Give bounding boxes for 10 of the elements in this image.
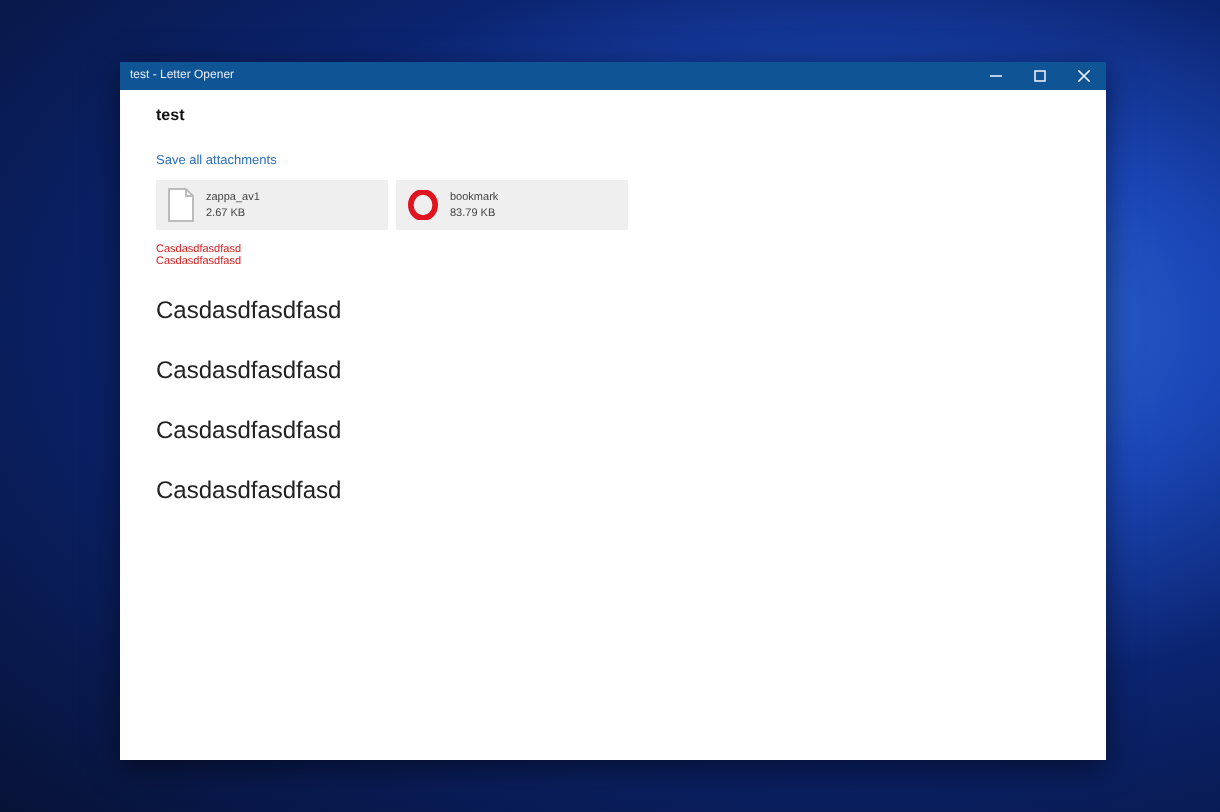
subject-title: test (156, 106, 185, 124)
large-text: Casdasdfasdfasd (156, 416, 342, 444)
maximize-icon (1034, 70, 1046, 82)
large-text: Casdasdfasdfasd (156, 476, 342, 504)
ring-logo-icon (408, 190, 438, 220)
minimize-icon (990, 70, 1002, 82)
large-text: Casdasdfasdfasd (156, 296, 342, 324)
large-text: Casdasdfasdfasd (156, 356, 342, 384)
close-icon (1078, 70, 1090, 82)
document-icon (168, 188, 194, 222)
